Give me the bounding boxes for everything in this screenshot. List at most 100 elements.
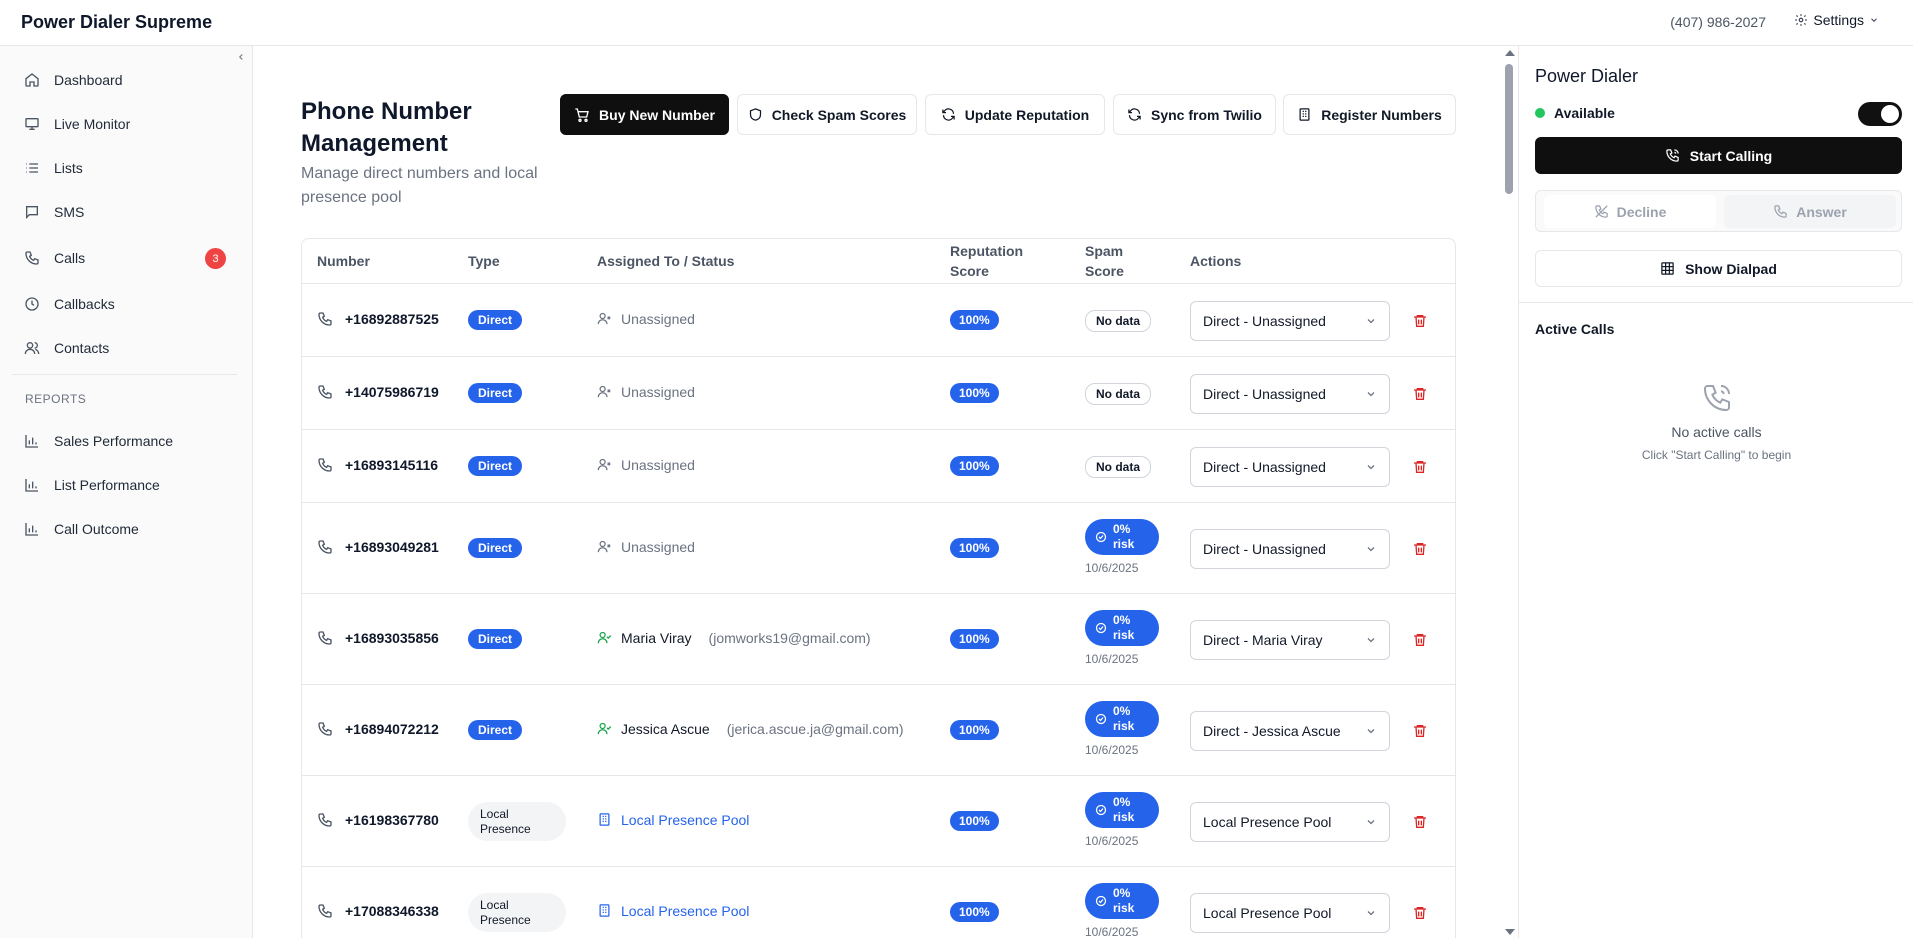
scroll-up-arrow[interactable]: [1505, 50, 1515, 56]
sidebar-item-contacts[interactable]: Contacts: [12, 331, 237, 365]
assignment-select[interactable]: Direct - Unassigned: [1190, 373, 1390, 414]
spam-date: 10/6/2025: [1085, 925, 1139, 938]
phone-icon: [317, 721, 333, 737]
assignment-select[interactable]: Local Presence Pool: [1190, 801, 1390, 842]
sync-from-twilio-button[interactable]: Sync from Twilio: [1113, 94, 1276, 135]
delete-icon[interactable]: [1412, 386, 1428, 402]
type-badge: Local Presence: [468, 893, 566, 932]
register-numbers-button[interactable]: Register Numbers: [1283, 94, 1456, 135]
assignment-select-value: Local Presence Pool: [1203, 813, 1332, 830]
start-calling-button[interactable]: Start Calling: [1535, 137, 1902, 174]
delete-icon[interactable]: [1412, 541, 1428, 557]
sidebar-item-label: Calls: [54, 250, 86, 266]
chevron-down-icon: [1365, 543, 1377, 555]
table-row: +16893035856 Direct Maria Viray (jomworks19…: [302, 594, 1455, 685]
chevron-down-icon: [1365, 388, 1377, 400]
refresh-icon: [1127, 107, 1142, 122]
chevron-down-icon: [1365, 907, 1377, 919]
sidebar-item-list-performance[interactable]: List Performance: [12, 468, 237, 502]
phone-icon: [1773, 204, 1788, 219]
sidebar-item-label: Sales Performance: [54, 433, 174, 449]
sidebar-item-label: Lists: [54, 160, 83, 176]
phone-icon: [24, 250, 40, 266]
spam-risk-badge: 0% risk: [1085, 701, 1159, 737]
sidebar-item-sms[interactable]: SMS: [12, 195, 237, 229]
users-icon: [24, 340, 40, 356]
app-title: Power Dialer Supreme: [21, 12, 213, 32]
sidebar-item-label: Dashboard: [54, 72, 123, 88]
show-dialpad-label: Show Dialpad: [1685, 260, 1777, 277]
chevron-down-icon: [1365, 461, 1377, 473]
delete-icon[interactable]: [1412, 632, 1428, 648]
assignment-select[interactable]: Local Presence Pool: [1190, 892, 1390, 933]
reputation-badge: 100%: [950, 537, 999, 558]
user-x-icon: [597, 311, 612, 326]
phone-call-icon: [1665, 148, 1680, 163]
check-spam-scores-button[interactable]: Check Spam Scores: [737, 94, 917, 135]
decline-button[interactable]: Decline: [1544, 195, 1716, 228]
assigned-pool[interactable]: Local Presence Pool: [597, 812, 749, 828]
delete-icon[interactable]: [1412, 905, 1428, 921]
scroll-down-arrow[interactable]: [1505, 929, 1515, 935]
assigned-pool[interactable]: Local Presence Pool: [597, 903, 749, 919]
reputation-badge: 100%: [950, 810, 999, 831]
collapse-sidebar-button[interactable]: [236, 50, 246, 64]
sidebar-item-dashboard[interactable]: Dashboard: [12, 63, 237, 97]
buy-new-number-button[interactable]: Buy New Number: [560, 94, 729, 135]
spam-date: 10/6/2025: [1085, 743, 1139, 757]
assigned-label: Local Presence Pool: [621, 811, 750, 828]
sidebar-item-sales-performance[interactable]: Sales Performance: [12, 424, 237, 458]
show-dialpad-button[interactable]: Show Dialpad: [1535, 250, 1902, 287]
delete-icon[interactable]: [1412, 459, 1428, 475]
reports-heading: REPORTS: [25, 392, 87, 406]
phone-icon: [317, 903, 333, 919]
column-header-number: Number: [317, 253, 370, 269]
sidebar-item-calls[interactable]: Calls 3: [12, 241, 237, 275]
assignment-select[interactable]: Direct - Jessica Ascue: [1190, 710, 1390, 751]
delete-icon[interactable]: [1412, 723, 1428, 739]
chevron-down-icon: [1365, 725, 1377, 737]
delete-icon[interactable]: [1412, 814, 1428, 830]
phone-icon: [317, 630, 333, 646]
table-row: +16892887525 Direct Unassigned 100% No data D…: [302, 284, 1455, 357]
phone-number-text: +16893145116: [345, 456, 439, 473]
sidebar-item-callbacks[interactable]: Callbacks: [12, 287, 237, 321]
column-header-type: Type: [468, 253, 500, 269]
main-scrollbar[interactable]: [1500, 46, 1518, 938]
type-badge: Direct: [468, 719, 523, 740]
dialer-title: Power Dialer: [1535, 66, 1639, 86]
spam-risk-badge: 0% risk: [1085, 610, 1159, 646]
sidebar-item-live-monitor[interactable]: Live Monitor: [12, 107, 237, 141]
scroll-thumb[interactable]: [1505, 64, 1513, 194]
user-check-icon: [597, 721, 612, 736]
register-numbers-label: Register Numbers: [1321, 106, 1442, 123]
delete-icon[interactable]: [1412, 313, 1428, 329]
phone-icon: [317, 539, 333, 555]
assignment-select[interactable]: Direct - Unassigned: [1190, 446, 1390, 487]
message-icon: [24, 204, 40, 220]
assigned-user: Maria Viray (jomworks19@gmail.com): [597, 630, 871, 646]
assignment-select-value: Direct - Unassigned: [1203, 312, 1326, 329]
spam-date: 10/6/2025: [1085, 652, 1139, 666]
spam-risk-label: 0% risk: [1113, 795, 1135, 824]
sidebar-item-call-outcome[interactable]: Call Outcome: [12, 512, 237, 546]
spam-score-badge: No data: [1085, 309, 1152, 332]
assignment-select[interactable]: Direct - Maria Viray: [1190, 619, 1390, 660]
shield-icon: [748, 107, 763, 122]
update-reputation-button[interactable]: Update Reputation: [925, 94, 1105, 135]
settings-menu[interactable]: Settings: [1794, 12, 1879, 28]
spam-score: 0% risk 10/6/2025: [1085, 701, 1159, 757]
answer-button[interactable]: Answer: [1724, 195, 1896, 228]
table-row: +16893049281 Direct Unassigned 100% 0% risk 1…: [302, 503, 1455, 594]
availability-toggle[interactable]: [1858, 102, 1902, 126]
assignment-select[interactable]: Direct - Unassigned: [1190, 528, 1390, 569]
assigned-label: Unassigned: [621, 310, 695, 327]
settings-label: Settings: [1813, 12, 1864, 28]
assigned-status: Unassigned: [597, 311, 695, 327]
check-circle-icon: [1095, 531, 1107, 543]
phone-number: +16893035856: [317, 630, 439, 646]
sidebar-item-lists[interactable]: Lists: [12, 151, 237, 185]
phone-number: +14075986719: [317, 384, 439, 400]
active-calls-heading: Active Calls: [1535, 321, 1615, 337]
assignment-select[interactable]: Direct - Unassigned: [1190, 300, 1390, 341]
